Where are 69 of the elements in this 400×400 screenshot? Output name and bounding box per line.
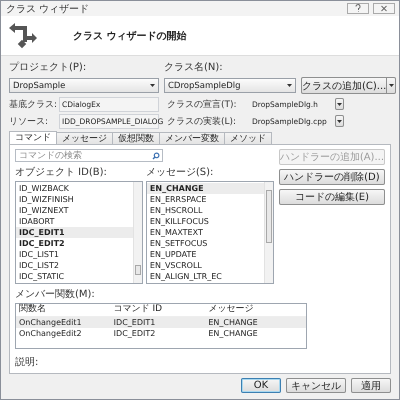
dropdown-button[interactable]: [335, 98, 344, 110]
dialog-button[interactable]: キャンセル: [286, 378, 346, 393]
search-icon: [152, 152, 160, 160]
list-item[interactable]: EN_ALIGN_LTR_EC: [146, 271, 264, 282]
search-field[interactable]: コマンドの検索: [15, 149, 163, 162]
dialog-button[interactable]: OK: [241, 378, 281, 393]
description-label: 説明:: [15, 356, 40, 369]
class-declaration-label: クラスの宣言(T):: [167, 98, 238, 110]
table-cell-text: EN_CHANGE: [208, 328, 259, 339]
header-title: クラス ウィザードの開始: [73, 30, 186, 43]
list-item[interactable]: EN_CHANGE: [146, 183, 264, 194]
messages-label: メッセージ(S):: [146, 166, 214, 179]
column-header[interactable]: 関数名: [19, 304, 114, 316]
list-item[interactable]: EN_KILLFOCUS: [146, 216, 264, 227]
handler-button[interactable]: コードの編集(E): [278, 189, 385, 205]
tab[interactable]: メッセージ: [56, 132, 113, 145]
class-name-label: クラス名(N):: [164, 61, 224, 74]
list-item[interactable]: EN_HSCROLL: [146, 205, 264, 216]
object-id-label: オブジェクト ID(B):: [15, 166, 108, 179]
member-functions-label: メンバー関数(M):: [15, 288, 96, 301]
caret-icon: [337, 102, 342, 106]
class-implementation-label: クラスの実装(L):: [167, 116, 238, 128]
table-row[interactable]: OnChangeEdit2 IDC_EDIT2 EN_CHANGE: [16, 328, 306, 339]
list-item[interactable]: IDC_EDIT1: [16, 227, 133, 238]
scrollbar[interactable]: [264, 182, 273, 283]
tab[interactable]: メンバー変数: [159, 132, 225, 145]
table-cell-text: OnChangeEdit1: [19, 317, 83, 328]
list-item[interactable]: ID_WIZBACK: [16, 183, 133, 194]
list-item[interactable]: IDC_LIST1: [16, 249, 133, 260]
close-icon[interactable]: [373, 3, 395, 14]
window-title: クラス ウィザード: [6, 2, 90, 16]
resource-label: リソース:: [9, 116, 50, 128]
scrollbar[interactable]: [132, 182, 142, 283]
caret-icon: [388, 84, 394, 87]
list-item[interactable]: IDC_LIST2: [16, 260, 133, 271]
caret-icon: [337, 120, 342, 122]
wizard-logo-icon: [9, 22, 37, 50]
list-item[interactable]: EN_ERRSPACE: [146, 194, 264, 205]
table-cell-text: EN_CHANGE: [208, 317, 259, 328]
help-icon[interactable]: [347, 3, 369, 14]
dialog-button[interactable]: 適用: [351, 378, 391, 393]
column-header[interactable]: コマンド ID: [114, 304, 208, 316]
table-cell-text: IDC_EDIT2: [114, 328, 156, 339]
list-item[interactable]: EN_UPDATE: [146, 249, 264, 260]
dropdown-button[interactable]: [386, 77, 396, 94]
list-item[interactable]: ID_WIZFINISH: [16, 194, 133, 205]
list-item[interactable]: ID_WIZNEXT: [16, 205, 133, 216]
table-cell-text: OnChangeEdit2: [19, 328, 83, 339]
project-dropdown[interactable]: DropSample: [9, 78, 159, 93]
caret-icon: [287, 84, 292, 87]
list-item[interactable]: EN_SETFOCUS: [146, 238, 264, 249]
tab[interactable]: メソッド: [224, 132, 272, 145]
list-item[interactable]: IDC_EDIT2: [16, 238, 133, 249]
dropdown-button[interactable]: [335, 115, 344, 127]
table-cell-text: IDC_EDIT1: [114, 317, 156, 328]
caret-icon: [150, 84, 155, 87]
tab[interactable]: コマンド: [9, 131, 57, 145]
class-name-dropdown[interactable]: CDropSampleDlg: [164, 78, 296, 93]
list-item[interactable]: EN_VSCROLL: [146, 260, 264, 271]
list-item[interactable]: EN_MAXTEXT: [146, 227, 264, 238]
list-item[interactable]: IDABORT: [16, 216, 133, 227]
tab[interactable]: 仮想関数: [112, 132, 160, 145]
handler-button[interactable]: ハンドラーの削除(D): [278, 169, 385, 185]
add-class-button[interactable]: クラスの追加(C)...: [301, 77, 386, 94]
list-item[interactable]: IDC_STATIC: [16, 271, 133, 282]
column-header[interactable]: メッセージ: [208, 304, 304, 316]
project-label: プロジェクト(P):: [9, 60, 88, 74]
base-class-label: 基底クラス:: [9, 98, 57, 110]
table-row[interactable]: OnChangeEdit1 IDC_EDIT1 EN_CHANGE: [16, 317, 306, 328]
